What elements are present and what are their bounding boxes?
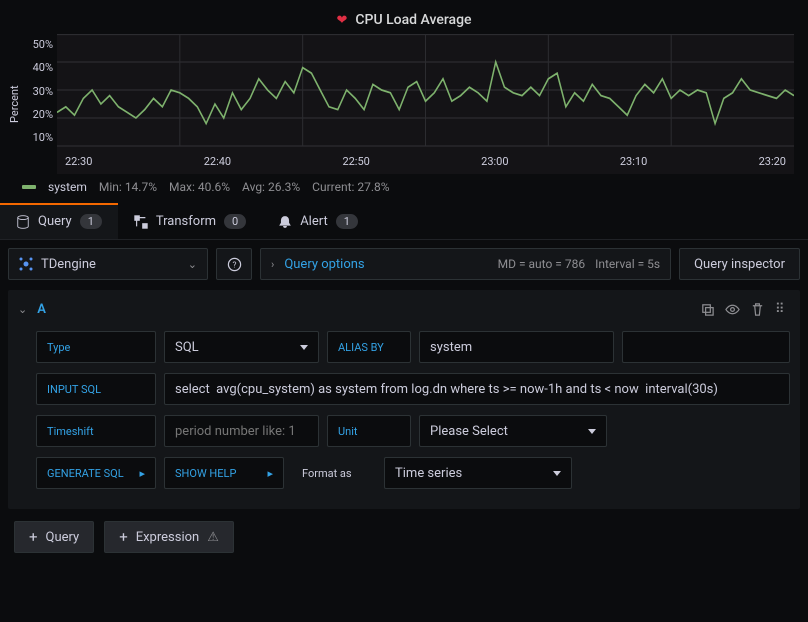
caret-down-icon — [300, 345, 308, 350]
field-alias-input[interactable] — [419, 331, 614, 363]
field-inputsql-label: INPUT SQL — [36, 373, 156, 405]
field-timeshift-input[interactable] — [164, 415, 319, 447]
chart-legend[interactable]: system Min: 14.7% Max: 40.6% Avg: 26.3% … — [6, 174, 802, 204]
datasource-icon — [19, 257, 33, 271]
caret-down-icon — [588, 429, 596, 434]
tab-transform-label: Transform — [156, 214, 216, 229]
series-name: system — [48, 180, 87, 194]
chevron-right-icon: › — [271, 258, 274, 271]
svg-text:?: ? — [232, 260, 236, 270]
drag-handle-icon[interactable]: ⠿ — [775, 302, 790, 317]
field-alias-extra[interactable] — [622, 331, 790, 363]
warning-icon: ⚠ — [207, 530, 219, 545]
show-help-button[interactable]: SHOW HELP▸ — [164, 457, 284, 489]
datasource-name: TDengine — [41, 257, 96, 272]
datasource-select[interactable]: TDengine ⌄ — [8, 248, 208, 280]
tab-alert-label: Alert — [300, 214, 328, 229]
query-options-bar[interactable]: › Query options MD = auto = 786 Interval… — [260, 248, 671, 280]
tab-alert-badge: 1 — [336, 214, 358, 229]
datasource-help-button[interactable]: ? — [216, 248, 252, 280]
generate-sql-button[interactable]: GENERATE SQL▸ — [36, 457, 156, 489]
field-format-select[interactable]: Time series — [384, 457, 572, 489]
add-query-button[interactable]: + Query — [14, 521, 94, 553]
panel-title: CPU Load Average — [355, 12, 471, 28]
x-ticks: 22:30 22:40 22:50 23:00 23:10 23:20 — [57, 155, 794, 168]
tab-query[interactable]: Query 1 — [0, 204, 118, 239]
field-format-label: Format as — [292, 457, 376, 489]
caret-down-icon — [553, 471, 561, 476]
delete-query-icon[interactable] — [750, 302, 765, 317]
tab-transform[interactable]: Transform 0 — [118, 204, 262, 239]
field-unit-select[interactable]: Please Select — [419, 415, 607, 447]
tab-query-label: Query — [38, 214, 72, 229]
bell-icon — [278, 215, 292, 229]
field-alias-label: ALIAS BY — [327, 331, 411, 363]
field-inputsql-input[interactable] — [164, 373, 790, 405]
query-ref-id[interactable]: A — [37, 302, 46, 317]
query-inspector-button[interactable]: Query inspector — [679, 248, 800, 280]
toggle-visibility-icon[interactable] — [725, 302, 740, 317]
plus-icon: + — [119, 530, 128, 545]
field-unit-label: Unit — [327, 415, 411, 447]
tab-transform-badge: 0 — [224, 214, 246, 229]
broken-heart-icon: ❤ — [336, 13, 347, 28]
query-options-md: MD = auto = 786 — [498, 257, 585, 271]
add-expression-button[interactable]: + Expression ⚠ — [104, 521, 234, 553]
chart-area[interactable]: Percent 50% 40% 30% 20% 10% — [6, 34, 802, 174]
series-swatch — [22, 185, 36, 189]
y-axis-label: Percent — [6, 34, 23, 174]
field-type-select[interactable]: SQL — [164, 331, 319, 363]
duplicate-query-icon[interactable] — [700, 302, 715, 317]
tab-alert[interactable]: Alert 1 — [262, 204, 374, 239]
database-icon — [16, 215, 30, 229]
tab-query-badge: 1 — [80, 214, 102, 229]
chart-svg — [57, 34, 794, 174]
collapse-query-icon[interactable]: ⌄ — [18, 303, 27, 316]
chevron-down-icon: ⌄ — [188, 258, 197, 271]
field-timeshift-label: Timeshift — [36, 415, 156, 447]
transform-icon — [134, 215, 148, 229]
y-ticks: 50% 40% 30% 20% 10% — [23, 34, 57, 174]
question-icon: ? — [227, 257, 242, 272]
query-options-interval: Interval = 5s — [595, 257, 660, 271]
plus-icon: + — [29, 530, 38, 545]
field-type-label: Type — [36, 331, 156, 363]
query-options-label: Query options — [284, 257, 364, 272]
